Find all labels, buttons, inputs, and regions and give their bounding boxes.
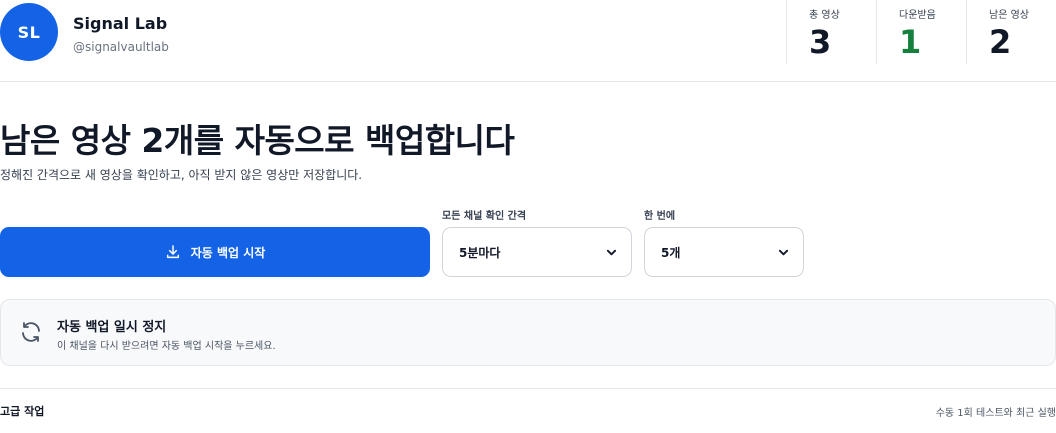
stat-downloaded: 다운받음 1 [876, 0, 966, 64]
stat-downloaded-value: 1 [899, 23, 922, 61]
advanced-section-hint: 수동 1회 테스트와 최근 실행 [935, 408, 1056, 419]
advanced-section-toggle[interactable]: 고급 작업 [0, 403, 44, 419]
interval-select[interactable]: 5분마다 [442, 227, 632, 277]
batch-select[interactable]: 5개 [644, 227, 804, 277]
channel-header: SL Signal Lab @signalvaultlab 총 영상 3 다운받… [0, 0, 1056, 82]
section-divider [0, 388, 1056, 389]
stat-total-value: 3 [809, 23, 832, 61]
refresh-icon [22, 322, 40, 342]
stat-remaining-label: 남은 영상 [989, 10, 1029, 21]
chevron-down-icon [606, 249, 617, 255]
page-title: 남은 영상 2개를 자동으로 백업합니다 [0, 121, 515, 160]
channel-name: Signal Lab [73, 14, 168, 33]
stat-downloaded-label: 다운받음 [899, 10, 936, 21]
download-icon [166, 245, 179, 259]
channel-handle: @signalvaultlab [73, 40, 169, 54]
interval-select-value: 5분마다 [459, 245, 501, 260]
batch-select-value: 5개 [661, 245, 681, 260]
avatar: SL [0, 3, 58, 61]
status-description: 이 채널을 다시 받으려면 자동 백업 시작을 누르세요. [57, 341, 276, 352]
stat-total-label: 총 영상 [809, 10, 840, 21]
interval-label: 모든 채널 확인 간격 [442, 211, 527, 222]
batch-label: 한 번에 [644, 211, 676, 222]
stat-remaining: 남은 영상 2 [966, 0, 1056, 64]
start-auto-backup-button[interactable]: 자동 백업 시작 [0, 227, 430, 277]
start-auto-backup-label: 자동 백업 시작 [190, 245, 266, 260]
status-title: 자동 백업 일시 정지 [57, 320, 167, 335]
page-subtitle: 정해진 간격으로 새 영상을 확인하고, 아직 받지 않은 영상만 저장합니다. [0, 168, 363, 182]
stat-remaining-value: 2 [989, 23, 1012, 61]
chevron-down-icon [778, 249, 789, 255]
stat-total-videos: 총 영상 3 [786, 0, 876, 64]
backup-status-card: 자동 백업 일시 정지 이 채널을 다시 받으려면 자동 백업 시작을 누르세요… [0, 299, 1056, 366]
